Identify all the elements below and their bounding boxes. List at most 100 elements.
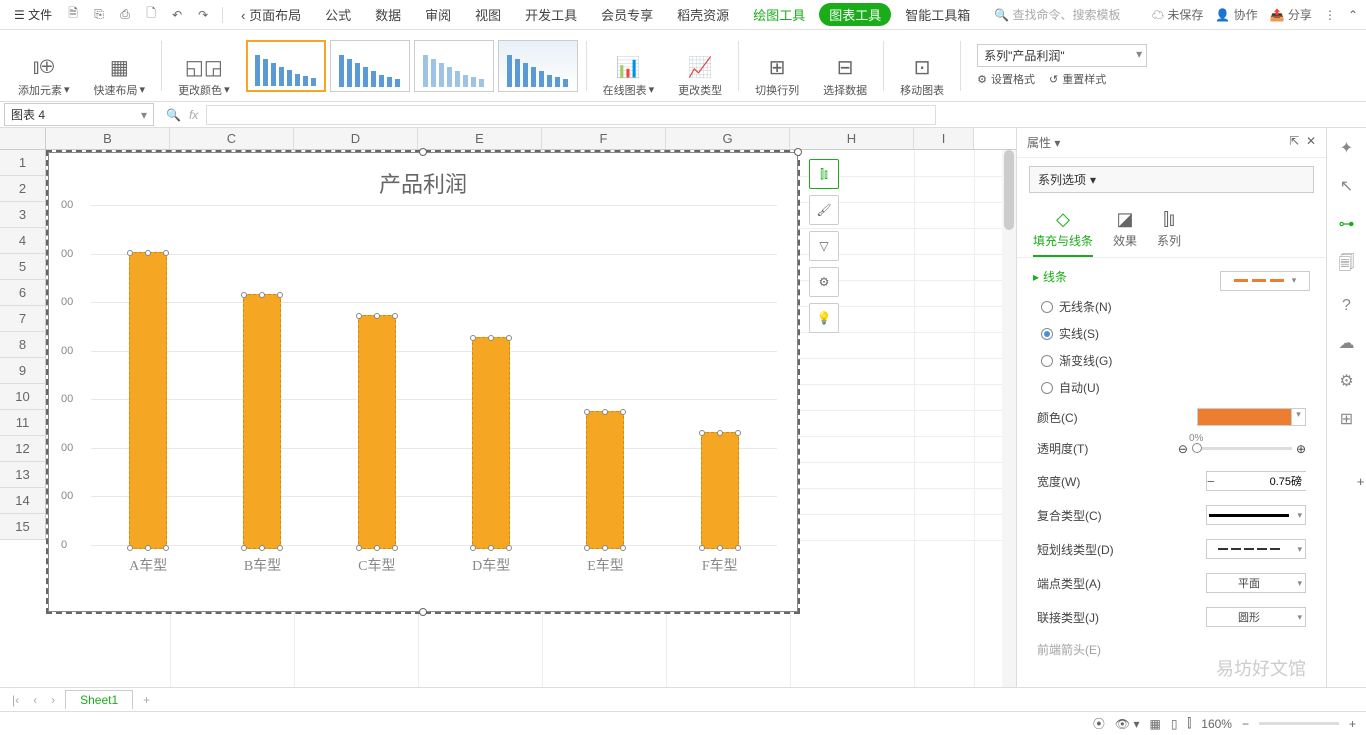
add-sheet-button[interactable]: + — [139, 693, 154, 707]
row-header[interactable]: 5 — [0, 254, 46, 280]
rail-clipboard-icon[interactable]: 🗐 — [1339, 252, 1355, 279]
row-header[interactable]: 9 — [0, 358, 46, 384]
collab-button[interactable]: 👤 协作 — [1215, 6, 1257, 23]
zoom-slider[interactable] — [1259, 722, 1339, 725]
tab-nav-next[interactable]: › — [47, 693, 59, 707]
status-record-icon[interactable]: ⦿ — [1093, 715, 1105, 732]
row-header[interactable]: 11 — [0, 410, 46, 436]
col-header[interactable]: B — [46, 128, 170, 149]
width-spinner[interactable]: −+ — [1206, 471, 1306, 491]
row-header[interactable]: 12 — [0, 436, 46, 462]
rail-select-icon[interactable]: ↖ — [1340, 176, 1353, 196]
share-button[interactable]: 📤 分享 — [1270, 6, 1312, 23]
col-header[interactable]: C — [170, 128, 294, 149]
change-color-button[interactable]: ◱◲ 更改颜色 ▾ — [170, 34, 238, 98]
tab-nav-prev[interactable]: ‹ — [29, 693, 41, 707]
col-header[interactable]: G — [666, 128, 790, 149]
chart-preset-1[interactable] — [246, 40, 326, 92]
tab-nav-first[interactable]: |‹ — [8, 693, 23, 707]
series-options-dropdown[interactable]: 系列选项 ▾ — [1029, 166, 1314, 193]
radio-no-line[interactable]: 无线条(N) — [1033, 293, 1310, 320]
transparency-slider[interactable]: ⊖0%⊕ — [1178, 442, 1306, 456]
zoom-in[interactable]: + — [1349, 717, 1356, 731]
preview-icon[interactable]: 🗋 — [140, 4, 162, 26]
chart-elements-button[interactable]: ⫿⫾ — [809, 159, 839, 189]
row-header[interactable]: 10 — [0, 384, 46, 410]
chart-brush-button[interactable]: 🖌 — [809, 195, 839, 225]
col-header[interactable]: E — [418, 128, 542, 149]
add-element-button[interactable]: ⫾⊕ 添加元素 ▾ — [10, 34, 78, 98]
save-icon[interactable]: 🗎 — [62, 4, 84, 26]
series-selector[interactable]: 系列"产品利润" — [977, 44, 1147, 67]
spreadsheet-grid[interactable]: B C D E F G H I 123456789101112131415 产品… — [0, 128, 1016, 687]
tab-fill-line[interactable]: ◇填充与线条 — [1033, 209, 1093, 257]
tab-formula[interactable]: 公式 — [315, 1, 361, 28]
rail-cloud-icon[interactable]: ☁ — [1339, 333, 1355, 353]
tab-page-layout[interactable]: ‹ 页面布局 — [231, 1, 311, 28]
chart-bar[interactable] — [472, 337, 510, 550]
cap-dropdown[interactable]: 平面 — [1206, 573, 1306, 593]
chart-filter-button[interactable]: ▽ — [809, 231, 839, 261]
zoom-fx-icon[interactable]: 🔍 — [166, 108, 181, 122]
tab-member[interactable]: 会员专享 — [591, 1, 663, 28]
row-header[interactable]: 15 — [0, 514, 46, 540]
move-chart-button[interactable]: ⊡ 移动图表 — [892, 34, 952, 98]
chart-tips-button[interactable]: 💡 — [809, 303, 839, 333]
tab-smart-toolbox[interactable]: 智能工具箱 — [895, 1, 980, 28]
change-type-button[interactable]: 📈 更改类型 — [670, 34, 730, 98]
undo-icon[interactable]: ↶ — [166, 4, 188, 26]
quick-layout-button[interactable]: ▦ 快速布局 ▾ — [86, 34, 154, 98]
chart-bar[interactable] — [358, 315, 396, 549]
tab-series[interactable]: ⫿⫾系列 — [1157, 209, 1181, 257]
resize-handle[interactable] — [419, 148, 427, 156]
row-header[interactable]: 4 — [0, 228, 46, 254]
col-header[interactable]: H — [790, 128, 914, 149]
chart-bar[interactable] — [243, 294, 281, 549]
chart-object[interactable]: 产品利润 000000000000000A车型B车型C车型D车型E车型F车型 ⫿… — [48, 152, 798, 612]
join-dropdown[interactable]: 圆形 — [1206, 607, 1306, 627]
rail-settings-icon[interactable]: ⊶ — [1339, 214, 1355, 234]
tab-resources[interactable]: 稻壳资源 — [667, 1, 739, 28]
resize-handle[interactable] — [419, 608, 427, 616]
rail-gear-icon[interactable]: ⚙ — [1339, 371, 1353, 391]
collapse-icon[interactable]: ⌃ — [1348, 8, 1358, 22]
radio-gradient-line[interactable]: 渐变线(G) — [1033, 347, 1310, 374]
tab-data[interactable]: 数据 — [365, 1, 411, 28]
rail-help-icon[interactable]: ? — [1342, 297, 1351, 315]
switch-rc-button[interactable]: ⊞ 切换行列 — [747, 34, 807, 98]
chart-settings-button[interactable]: ⚙ — [809, 267, 839, 297]
line-section-title[interactable]: ▸ 线条 — [1033, 268, 1067, 285]
chart-bar[interactable] — [701, 432, 739, 549]
row-header[interactable]: 6 — [0, 280, 46, 306]
tab-dev[interactable]: 开发工具 — [515, 1, 587, 28]
unsaved-indicator[interactable]: ☁ 未保存 — [1152, 6, 1203, 23]
status-view-break[interactable]: ⫿ — [1187, 716, 1191, 731]
tab-draw-tools[interactable]: 绘图工具 — [743, 1, 815, 28]
formula-bar[interactable] — [206, 105, 936, 125]
row-header[interactable]: 7 — [0, 306, 46, 332]
col-header[interactable]: I — [914, 128, 974, 149]
chart-bar[interactable] — [129, 252, 167, 550]
rail-ai-icon[interactable]: ✦ — [1340, 138, 1353, 158]
zoom-out[interactable]: − — [1242, 717, 1249, 731]
select-data-button[interactable]: ⊟ 选择数据 — [815, 34, 875, 98]
chart-bar[interactable] — [586, 411, 624, 549]
row-header[interactable]: 13 — [0, 462, 46, 488]
file-menu[interactable]: ☰ 文件 — [8, 3, 58, 26]
tab-chart-tools[interactable]: 图表工具 — [819, 3, 891, 26]
online-chart-button[interactable]: 📊 在线图表 ▾ — [595, 34, 663, 98]
vertical-scrollbar[interactable] — [1002, 150, 1016, 687]
tab-effect[interactable]: ◪效果 — [1113, 209, 1137, 257]
row-header[interactable]: 14 — [0, 488, 46, 514]
status-view-page[interactable]: ▯ — [1171, 717, 1178, 731]
pin-icon[interactable]: ⇱ — [1289, 134, 1299, 148]
tab-view[interactable]: 视图 — [465, 1, 511, 28]
row-header[interactable]: 2 — [0, 176, 46, 202]
open-icon[interactable]: ⎘ — [88, 4, 110, 26]
row-header[interactable]: 3 — [0, 202, 46, 228]
dash-dropdown[interactable] — [1206, 539, 1306, 559]
col-header[interactable]: F — [542, 128, 666, 149]
print-icon[interactable]: ⎙ — [114, 4, 136, 26]
resize-handle[interactable] — [794, 148, 802, 156]
zoom-level[interactable]: 160% — [1201, 717, 1232, 731]
